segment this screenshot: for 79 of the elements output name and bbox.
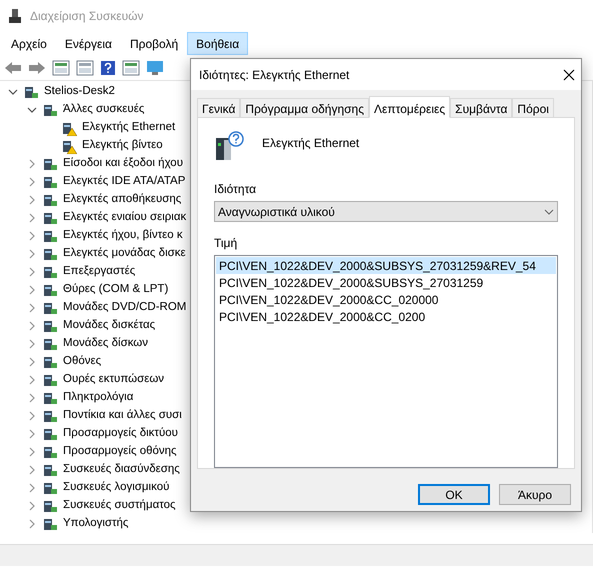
close-icon[interactable]	[563, 68, 575, 80]
device-icon	[42, 156, 58, 172]
device-icon	[42, 264, 58, 280]
tree-item[interactable]: Ελεγκτές ήχου, βίντεο κ	[63, 227, 183, 245]
device-icon	[42, 390, 58, 406]
menu-item[interactable]: Αρχείο	[2, 32, 56, 55]
tab[interactable]: Λεπτομέρειες	[369, 96, 450, 118]
tree-item[interactable]: Συσκευές συστήματος	[63, 497, 176, 515]
device-icon	[42, 480, 58, 496]
tree-item[interactable]: Συσκευές διασύνδεσης	[63, 461, 180, 479]
device-icon	[42, 300, 58, 316]
app-icon	[8, 8, 22, 24]
tab[interactable]: Συμβάντα	[450, 98, 512, 117]
value-item[interactable]: PCI\VEN_1022&DEV_2000&SUBSYS_27031259&REV_54	[216, 257, 556, 274]
device-icon	[42, 426, 58, 442]
menu-item[interactable]: Προβολή	[120, 32, 188, 55]
device-icon	[42, 498, 58, 514]
device-icon	[42, 408, 58, 424]
tree-item[interactable]: Stelios-Desk2	[44, 83, 115, 101]
device-icon	[42, 282, 58, 298]
console-tree-icon[interactable]	[52, 60, 70, 76]
menu-item[interactable]: Ενέργεια	[56, 32, 121, 55]
tree-item[interactable]: Προσαρμογείς οθόνης	[63, 443, 177, 461]
tree-item[interactable]: Θύρες (COM & LPT)	[63, 281, 168, 299]
device-icon	[42, 336, 58, 352]
device-icon	[42, 462, 58, 478]
tree-item[interactable]: Ελεγκτής βίντεο	[82, 137, 163, 155]
device-icon	[23, 84, 39, 100]
property-label: Ιδιότητα	[214, 181, 258, 198]
window-title: Διαχείριση Συσκευών	[30, 8, 144, 25]
tree-item[interactable]: Μονάδες DVD/CD-ROM	[63, 299, 186, 317]
tree-item[interactable]: Ουρές εκτυπώσεων	[63, 371, 164, 389]
value-item[interactable]: PCI\VEN_1022&DEV_2000&CC_0200	[216, 308, 556, 326]
device-icon	[42, 318, 58, 334]
tree-item[interactable]: Πληκτρολόγια	[63, 389, 134, 407]
tree-item[interactable]: Οθόνες	[63, 353, 102, 371]
value-label: Τιμή	[214, 235, 238, 252]
tree-item[interactable]: Υπολογιστής	[63, 515, 128, 533]
device-icon	[42, 102, 58, 118]
tree-item[interactable]: Συσκευές λογισμικού	[63, 479, 170, 497]
device-icon	[42, 354, 58, 370]
tab[interactable]: Γενικά	[197, 98, 240, 117]
device-name: Ελεγκτής Ethernet	[262, 135, 360, 152]
device-icon	[42, 372, 58, 388]
device-icon	[42, 174, 58, 190]
tree-item[interactable]: Ελεγκτές ενιαίου σειριακ	[63, 209, 186, 227]
device-icon	[42, 444, 58, 460]
tree-item[interactable]: Μονάδες δισκέτας	[63, 317, 156, 335]
cancel-button[interactable]: Άκυρο	[499, 484, 571, 505]
tab[interactable]: Πόροι	[512, 98, 554, 117]
tree-item[interactable]: Επεξεργαστές	[63, 263, 136, 281]
help-icon[interactable]	[100, 60, 116, 76]
menu-item[interactable]: Βοήθεια	[187, 32, 248, 55]
device-icon	[42, 516, 58, 532]
tree-item[interactable]: Ελεγκτής Ethernet	[82, 119, 176, 137]
ok-button[interactable]: OK	[418, 484, 490, 505]
back-icon[interactable]	[4, 60, 22, 74]
device-icon	[42, 228, 58, 244]
tree-item[interactable]: Ελεγκτές IDE ATA/ATAP	[63, 173, 186, 191]
device-icon	[42, 246, 58, 262]
value-item[interactable]: PCI\VEN_1022&DEV_2000&SUBSYS_27031259	[216, 274, 556, 292]
tree-item[interactable]: Ελεγκτές αποθήκευσης	[63, 191, 182, 209]
value-item[interactable]: PCI\VEN_1022&DEV_2000&CC_020000	[216, 291, 556, 308]
action-pane-icon[interactable]	[122, 60, 140, 76]
tree-item[interactable]: Προσαρμογείς δικτύου	[63, 425, 178, 443]
properties-icon[interactable]	[76, 60, 94, 76]
tree-item[interactable]: Ποντίκια και άλλες συσι	[63, 407, 182, 425]
tree-item[interactable]: Είσοδοι και έξοδοι ήχου	[63, 155, 183, 173]
tree-item[interactable]: Μονάδες δίσκων	[63, 335, 148, 353]
tree-item[interactable]: Άλλες συσκευές	[63, 101, 144, 119]
device-icon	[42, 210, 58, 226]
forward-icon[interactable]	[28, 60, 46, 74]
tab[interactable]: Πρόγραμμα οδήγησης	[240, 98, 370, 117]
property-dropdown[interactable]: Αναγνωριστικά υλικού	[214, 201, 558, 222]
monitor-icon[interactable]	[146, 60, 164, 76]
tree-item[interactable]: Ελεγκτές μονάδας δισκε	[63, 245, 186, 263]
dialog-title: Ιδιότητες: Ελεγκτής Ethernet	[199, 66, 350, 84]
device-icon	[42, 192, 58, 208]
device-question-icon	[214, 130, 244, 162]
